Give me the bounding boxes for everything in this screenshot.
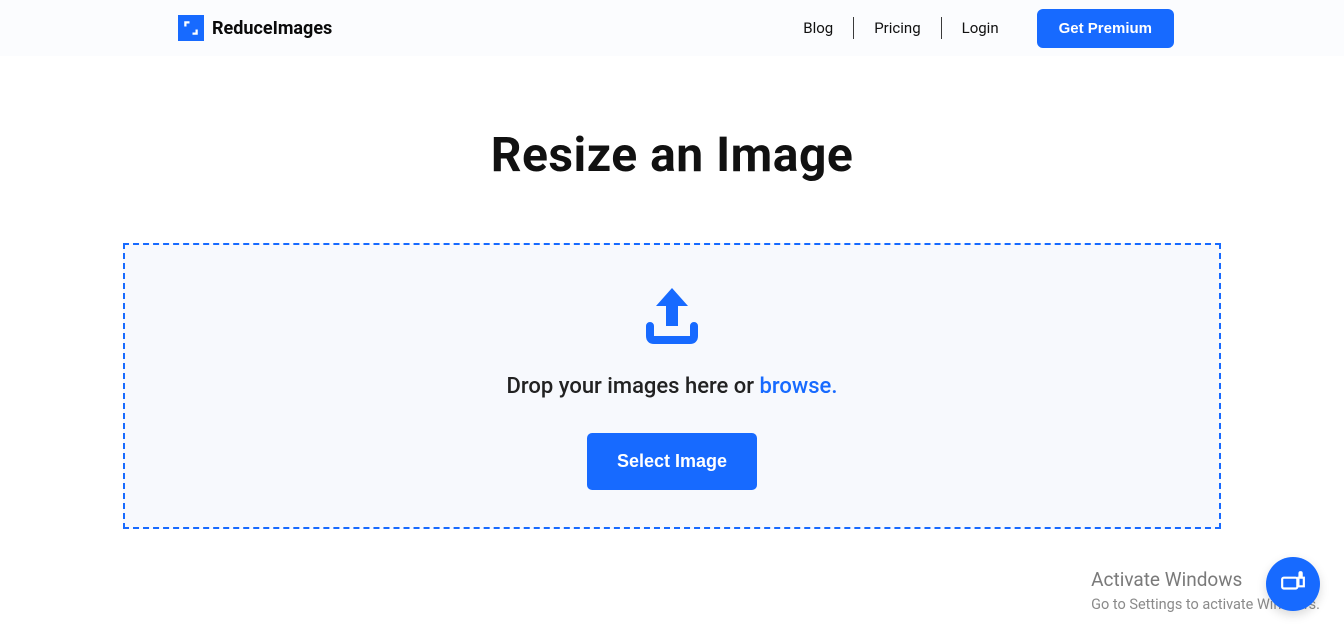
main: Resize an Image Drop your images here or… (0, 56, 1344, 529)
feedback-fab[interactable] (1266, 557, 1320, 611)
select-image-button[interactable]: Select Image (587, 433, 757, 490)
nav-pricing[interactable]: Pricing (854, 16, 940, 40)
browse-link[interactable]: browse. (760, 374, 838, 399)
drop-text-prefix: Drop your images here or (507, 374, 760, 399)
nav-blog[interactable]: Blog (783, 16, 853, 40)
header: ReduceImages Blog Pricing Login Get Prem… (0, 0, 1344, 56)
upload-icon (640, 282, 704, 346)
nav: Blog Pricing Login Get Premium (783, 9, 1174, 48)
logo-text: ReduceImages (212, 18, 332, 39)
dropzone[interactable]: Drop your images here or browse. Select … (123, 243, 1221, 529)
logo[interactable]: ReduceImages (178, 15, 332, 41)
drop-text: Drop your images here or browse. (507, 374, 838, 399)
logo-icon (178, 15, 204, 41)
feedback-icon (1280, 569, 1306, 599)
get-premium-button[interactable]: Get Premium (1037, 9, 1174, 48)
nav-login[interactable]: Login (942, 16, 1019, 40)
page-title: Resize an Image (491, 126, 854, 183)
